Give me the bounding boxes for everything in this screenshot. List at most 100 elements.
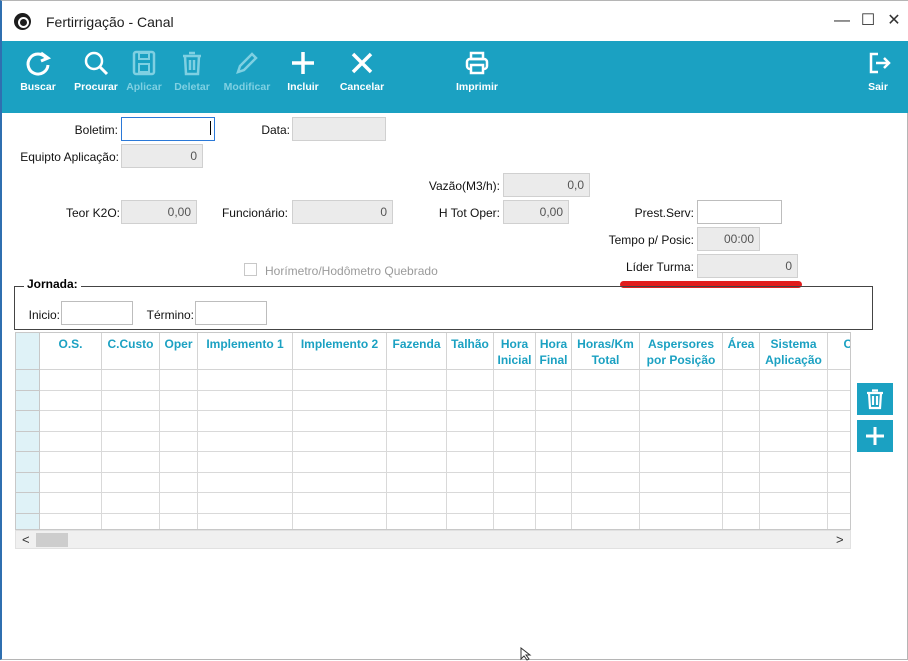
teor-label: Teor K2O: — [65, 206, 120, 220]
column-header[interactable]: Co — [828, 333, 850, 370]
termino-label: Término: — [146, 308, 194, 322]
add-row-button[interactable] — [857, 420, 893, 452]
exit-icon — [869, 52, 891, 74]
row-header[interactable] — [16, 452, 40, 473]
scroll-right-arrow[interactable]: > — [836, 532, 844, 547]
plus-icon — [866, 427, 884, 445]
minimize-button[interactable]: — — [830, 9, 854, 33]
printer-icon — [465, 51, 489, 75]
inicio-field[interactable] — [61, 301, 133, 325]
jornada-title: Jornada: — [24, 277, 81, 291]
column-header[interactable]: Hora Final — [536, 333, 572, 370]
tempo-field[interactable]: 00:00 — [697, 227, 760, 251]
sair-button[interactable]: Sair — [846, 49, 908, 105]
column-header[interactable]: Oper — [160, 333, 198, 370]
boletim-field[interactable] — [121, 117, 215, 141]
grid-column-line — [759, 370, 760, 529]
app-window: Fertirrigação - Canal — ☐ ✕ Buscar Procu… — [0, 0, 908, 661]
table-row[interactable] — [40, 389, 850, 391]
column-header[interactable]: O.S. — [40, 333, 102, 370]
close-button[interactable]: ✕ — [882, 9, 906, 33]
funcionario-label: Funcionário: — [221, 206, 288, 220]
trash-icon — [183, 51, 201, 76]
grid-column-line — [159, 370, 160, 529]
row-header[interactable] — [16, 513, 40, 529]
app-logo-icon — [14, 13, 31, 30]
imprimir-button[interactable]: Imprimir — [445, 49, 509, 105]
equipto-field[interactable]: 0 — [121, 144, 203, 168]
incluir-label: Incluir — [287, 81, 319, 93]
title-bar: Fertirrigação - Canal — ☐ ✕ — [2, 1, 908, 41]
maximize-button[interactable]: ☐ — [856, 9, 880, 33]
tempo-label: Tempo p/ Posic: — [608, 233, 694, 247]
teor-field[interactable]: 0,00 — [121, 200, 197, 224]
column-header[interactable]: Área — [723, 333, 760, 370]
modificar-button[interactable]: Modificar — [215, 49, 279, 105]
row-header[interactable] — [16, 370, 40, 391]
row-header[interactable] — [16, 493, 40, 514]
grid-column-line — [827, 370, 828, 529]
grid-column-line — [722, 370, 723, 529]
modificar-label: Modificar — [223, 81, 271, 93]
data-grid[interactable]: O.S. C.Custo Oper Implemento 1 Implemento 2F… — [15, 332, 851, 530]
vazao-field[interactable]: 0,0 — [503, 173, 590, 197]
toolbar: Buscar Procurar Aplicar Deletar Modifica… — [2, 41, 908, 113]
htot-field[interactable]: 0,00 — [503, 200, 569, 224]
buscar-label: Buscar — [20, 81, 56, 93]
scroll-left-arrow[interactable]: < — [22, 532, 30, 547]
grid-column-line — [101, 370, 102, 529]
row-header[interactable] — [16, 390, 40, 411]
grid-corner — [16, 333, 40, 370]
horizontal-scrollbar[interactable]: < > — [15, 530, 851, 549]
grid-column-line — [493, 370, 494, 529]
table-row[interactable] — [40, 492, 850, 493]
row-header[interactable] — [16, 472, 40, 493]
boletim-label: Boletim: — [74, 123, 118, 137]
grid-column-line — [386, 370, 387, 529]
aplicar-label: Aplicar — [126, 81, 162, 93]
equipto-label: Equipto Aplicação: — [20, 150, 119, 164]
column-header[interactable]: Hora Inicial — [494, 333, 536, 370]
cancelar-button[interactable]: Cancelar — [330, 49, 394, 105]
funcionario-field[interactable]: 0 — [292, 200, 393, 224]
delete-row-button[interactable] — [857, 383, 893, 415]
data-label: Data: — [261, 123, 290, 137]
window-title: Fertirrigação - Canal — [46, 14, 174, 30]
scroll-thumb[interactable] — [36, 533, 68, 547]
lider-label: Líder Turma: — [625, 260, 694, 274]
search-icon — [84, 51, 109, 76]
column-header[interactable]: Sistema Aplicação — [760, 333, 828, 370]
column-header[interactable]: Implemento 1 — [198, 333, 293, 370]
table-row[interactable] — [40, 471, 850, 473]
grid-column-line — [292, 370, 293, 529]
x-icon — [351, 52, 373, 74]
row-header[interactable] — [16, 411, 40, 432]
incluir-button[interactable]: Incluir — [271, 49, 335, 105]
column-header[interactable]: Talhão — [447, 333, 494, 370]
grid-column-line — [571, 370, 572, 529]
table-row[interactable] — [40, 410, 850, 411]
data-field[interactable] — [292, 117, 386, 141]
grid-column-line — [535, 370, 536, 529]
buscar-button[interactable]: Buscar — [6, 49, 70, 105]
column-header[interactable]: Fazenda — [387, 333, 447, 370]
termino-field[interactable] — [195, 301, 267, 325]
table-row[interactable] — [40, 430, 850, 432]
column-header[interactable]: C.Custo — [102, 333, 160, 370]
cancelar-label: Cancelar — [339, 81, 385, 93]
text-caret — [210, 121, 211, 135]
save-icon — [132, 50, 156, 76]
inicio-label: Inicio: — [28, 308, 60, 322]
horimetro-checkbox[interactable] — [244, 263, 257, 276]
column-header[interactable]: Horas/Km Total — [572, 333, 640, 370]
table-row[interactable] — [40, 451, 850, 452]
prest-field[interactable] — [697, 200, 782, 224]
plus-icon — [292, 52, 314, 74]
mouse-cursor-icon — [520, 647, 532, 661]
lider-field[interactable]: 0 — [697, 254, 798, 278]
table-row[interactable] — [40, 512, 850, 514]
column-header[interactable]: Aspersores por Posição — [640, 333, 723, 370]
row-header[interactable] — [16, 431, 40, 452]
grid-column-line — [446, 370, 447, 529]
column-header[interactable]: Implemento 2 — [293, 333, 387, 370]
